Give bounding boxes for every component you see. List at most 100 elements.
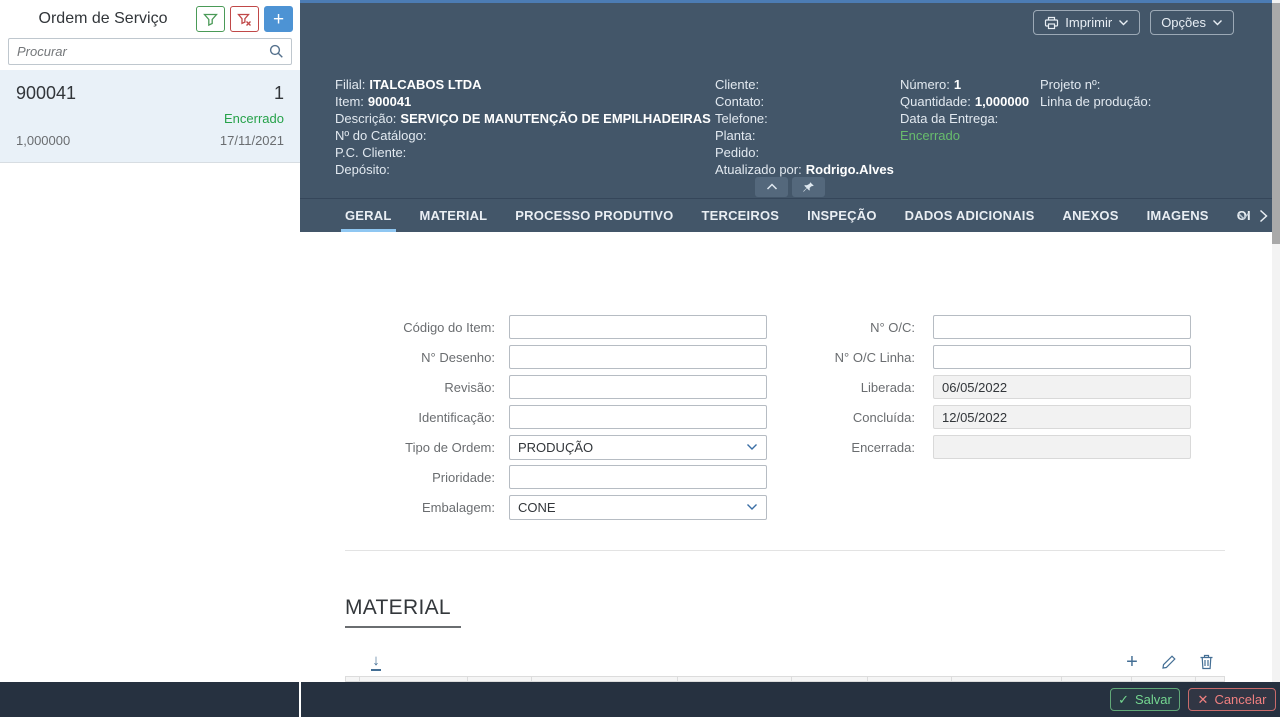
field-numero: Número:1 (900, 76, 1029, 93)
scrollbar-thumb[interactable] (1272, 3, 1280, 244)
chevron-down-icon (746, 443, 758, 451)
field-linha-producao: Linha de produção: (1040, 93, 1155, 110)
field-planta: Planta: (715, 127, 894, 144)
download-icon: ↓ (371, 654, 381, 671)
sidebar-title: Ordem de Serviço (10, 10, 196, 28)
printer-icon (1044, 16, 1059, 30)
tab-processo-produtivo[interactable]: PROCESSO PRODUTIVO (515, 199, 673, 232)
clear-filter-button[interactable] (230, 6, 259, 32)
delete-row-button[interactable] (1197, 652, 1215, 672)
tab-imagens[interactable]: IMAGENS (1147, 199, 1209, 232)
header-info-column-4: Projeto nº: Linha de produção: (1040, 76, 1155, 110)
field-descricao: Descrição:SERVIÇO DE MANUTENÇÃO DE EMPIL… (335, 110, 711, 127)
chevron-down-icon (1118, 19, 1129, 26)
pencil-icon (1161, 654, 1177, 670)
encerrada-label: Encerrada: (765, 440, 915, 455)
print-button[interactable]: Imprimir (1033, 10, 1140, 35)
add-order-button[interactable]: + (264, 6, 293, 32)
close-icon: ✕ (1198, 692, 1209, 708)
field-atualizado-por: Atualizado por:Rodrigo.Alves (715, 161, 894, 178)
collapse-header-button[interactable] (755, 177, 788, 197)
tab-anexos[interactable]: ANEXOS (1063, 199, 1119, 232)
tab-content-geral: Código do Item: N° Desenho: Revisão: Ide… (300, 232, 1272, 682)
liberada-input (933, 375, 1191, 399)
num-desenho-input[interactable] (509, 345, 767, 369)
pin-icon (802, 181, 815, 194)
revisao-input[interactable] (509, 375, 767, 399)
tab-inspecao[interactable]: INSPEÇÃO (807, 199, 877, 232)
prioridade-input[interactable] (509, 465, 767, 489)
search-input[interactable] (9, 39, 269, 64)
revisao-label: Revisão: (345, 380, 495, 395)
cancel-button[interactable]: ✕ Cancelar (1188, 688, 1276, 711)
chevron-up-icon (766, 183, 778, 191)
order-status-badge: Encerrado (16, 111, 284, 126)
header-info-column-2: Cliente: Contato: Telefone: Planta: Pedi… (715, 76, 894, 178)
pin-header-button[interactable] (792, 177, 825, 197)
action-footer: ✓ Salvar ✕ Cancelar (0, 682, 1280, 717)
num-oc-label: N° O/C: (765, 320, 915, 335)
field-num-catalogo: Nº do Catálogo: (335, 127, 711, 144)
order-number: 900041 (16, 83, 76, 104)
embalagem-label: Embalagem: (345, 500, 495, 515)
tipo-de-ordem-label: Tipo de Ordem: (345, 440, 495, 455)
tabs-scroll-right-button[interactable] (1259, 199, 1268, 232)
download-table-button[interactable]: ↓ (367, 652, 385, 672)
field-data-entrega: Data da Entrega: (900, 110, 1029, 127)
app-window: Ordem de Serviço + (0, 0, 1280, 720)
tabs-collapse-button[interactable] (1237, 199, 1250, 233)
identificacao-label: Identificação: (345, 410, 495, 425)
filter-funnel-icon (203, 12, 218, 27)
field-quantidade: Quantidade:1,000000 (900, 93, 1029, 110)
tab-dados-adicionais[interactable]: DADOS ADICIONAIS (905, 199, 1035, 232)
tab-material[interactable]: MATERIAL (420, 199, 488, 232)
order-quantity: 1,000000 (16, 133, 70, 148)
concluida-input (933, 405, 1191, 429)
field-filial: Filial:ITALCABOS LTDA (335, 76, 711, 93)
tab-terceiros[interactable]: TERCEIROS (701, 199, 779, 232)
options-button[interactable]: Opções (1150, 10, 1234, 35)
check-icon: ✓ (1118, 692, 1129, 708)
order-list-sidebar: Ordem de Serviço + (0, 0, 300, 720)
num-oc-input[interactable] (933, 315, 1191, 339)
field-contato: Contato: (715, 93, 894, 110)
tab-geral[interactable]: GERAL (345, 199, 392, 232)
chevron-down-icon (1212, 19, 1223, 26)
chevron-down-icon (1237, 212, 1250, 220)
order-header: Imprimir Opções Filial:ITALCABOS LTDA It… (300, 3, 1280, 198)
header-info-column-3: Número:1 Quantidade:1,000000 Data da Ent… (900, 76, 1029, 144)
chevron-right-icon (1259, 209, 1268, 223)
field-projeto: Projeto nº: (1040, 76, 1155, 93)
identificacao-input[interactable] (509, 405, 767, 429)
codigo-do-item-label: Código do Item: (345, 320, 495, 335)
field-pc-cliente: P.C. Cliente: (335, 144, 711, 161)
order-item-count: 1 (274, 83, 284, 104)
order-date: 17/11/2021 (220, 133, 284, 148)
tab-bar: GERAL MATERIAL PROCESSO PRODUTIVO TERCEI… (300, 198, 1280, 232)
save-button[interactable]: ✓ Salvar (1110, 688, 1180, 711)
sidebar-header: Ordem de Serviço + (0, 0, 300, 38)
embalagem-select[interactable]: CONE (509, 495, 767, 520)
tipo-de-ordem-select[interactable]: PRODUÇÃO (509, 435, 767, 460)
liberada-label: Liberada: (765, 380, 915, 395)
num-desenho-label: N° Desenho: (345, 350, 495, 365)
field-deposito: Depósito: (335, 161, 711, 178)
concluida-label: Concluída: (765, 410, 915, 425)
field-pedido: Pedido: (715, 144, 894, 161)
num-oc-linha-input[interactable] (933, 345, 1191, 369)
field-item: Item:900041 (335, 93, 711, 110)
search-icon[interactable] (269, 44, 291, 59)
header-status-badge: Encerrado (900, 127, 1029, 144)
material-section-title: MATERIAL (345, 596, 461, 628)
add-row-button[interactable]: + (1123, 652, 1141, 672)
edit-row-button[interactable] (1160, 652, 1178, 672)
codigo-do-item-input[interactable] (509, 315, 767, 339)
encerrada-input (933, 435, 1191, 459)
filter-button[interactable] (196, 6, 225, 32)
vertical-scrollbar (1272, 0, 1280, 682)
header-info-column-1: Filial:ITALCABOS LTDA Item:900041 Descri… (335, 76, 711, 178)
chevron-down-icon (746, 503, 758, 511)
order-detail-panel: Imprimir Opções Filial:ITALCABOS LTDA It… (300, 0, 1280, 720)
field-cliente: Cliente: (715, 76, 894, 93)
order-list-item[interactable]: 900041 1 Encerrado 1,000000 17/11/2021 (0, 70, 300, 163)
